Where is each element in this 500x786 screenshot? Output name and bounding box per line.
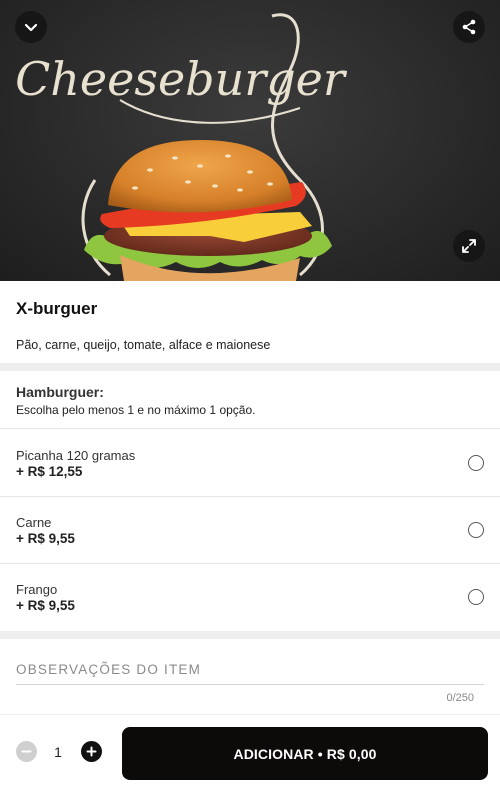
option-item-picanha[interactable]: Picanha 120 gramas + R$ 12,55 (0, 430, 500, 497)
option-group-title: Hamburguer: (16, 384, 104, 400)
option-name: Picanha 120 gramas (16, 448, 136, 463)
share-icon (462, 19, 476, 35)
quantity-value: 1 (54, 744, 62, 760)
option-radio[interactable] (468, 589, 484, 605)
product-image: Cheeseburger (0, 0, 500, 281)
notes-char-counter: 0/250 (446, 692, 474, 704)
minus-icon (21, 750, 32, 753)
expand-image-button[interactable] (453, 230, 485, 262)
option-radio[interactable] (468, 455, 484, 471)
option-radio[interactable] (468, 522, 484, 538)
decrease-quantity-button[interactable] (16, 741, 37, 762)
product-description: Pão, carne, queijo, tomate, alface e mai… (16, 338, 271, 352)
chevron-down-icon (24, 23, 38, 32)
cheeseburger-illustration: Cheeseburger (15, 13, 348, 281)
add-to-cart-bar: 1 ADICIONAR • R$ 0,00 (0, 714, 500, 786)
add-to-cart-button[interactable]: ADICIONAR • R$ 0,00 (122, 727, 488, 780)
option-item-carne[interactable]: Carne + R$ 9,55 (0, 497, 500, 564)
option-price: + R$ 9,55 (16, 531, 75, 546)
product-name: X-burguer (16, 299, 98, 318)
logo-text: Cheeseburger (15, 52, 348, 106)
option-group-rule: Escolha pelo menos 1 e no máximo 1 opção… (16, 403, 256, 417)
section-divider (0, 363, 500, 371)
option-name: Frango (16, 582, 58, 597)
section-divider (0, 631, 500, 639)
option-group-header: Hamburguer: Escolha pelo menos 1 e no má… (0, 371, 500, 429)
option-price: + R$ 9,55 (16, 598, 75, 613)
expand-icon (462, 239, 476, 253)
plus-icon (86, 746, 97, 757)
option-price: + R$ 12,55 (16, 464, 83, 479)
option-item-frango[interactable]: Frango + R$ 9,55 (0, 564, 500, 631)
notes-input[interactable] (16, 656, 484, 685)
product-info: X-burguer Pão, carne, queijo, tomate, al… (0, 281, 500, 363)
share-button[interactable] (453, 11, 485, 43)
collapse-button[interactable] (15, 11, 47, 43)
option-name: Carne (16, 515, 52, 530)
increase-quantity-button[interactable] (81, 741, 102, 762)
